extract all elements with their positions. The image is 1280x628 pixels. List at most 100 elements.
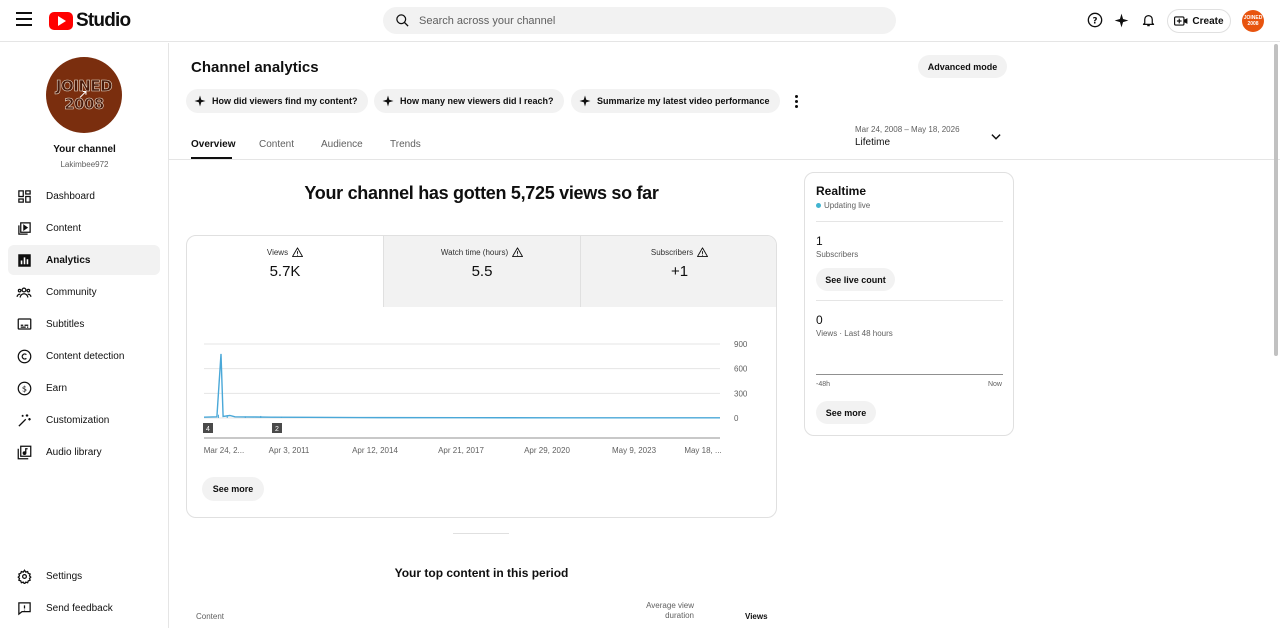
sidebar-item-settings[interactable]: Settings <box>8 561 160 591</box>
realtime-views-label: Views · Last 48 hours <box>816 329 893 338</box>
community-icon <box>16 284 32 300</box>
see-more-button[interactable]: See more <box>816 401 876 424</box>
svg-text:$: $ <box>21 383 26 393</box>
advanced-mode-button[interactable]: Advanced mode <box>918 55 1007 78</box>
metric-label: Subscribers <box>650 247 694 257</box>
column-header-line: Average view <box>646 601 694 610</box>
external-link-icon: ↗ <box>78 87 89 101</box>
svg-text:?: ? <box>1092 16 1097 26</box>
overview-card: Views 5.7K Watch time (hours) 5.5 Subscr… <box>186 235 777 518</box>
search-bar[interactable] <box>383 7 896 34</box>
top-content-title: Your top content in this period <box>394 566 569 580</box>
live-status-text: Updating live <box>824 201 871 210</box>
sidebar-item-label: Send feedback <box>46 602 113 614</box>
sidebar-item-earn[interactable]: $ Earn <box>8 373 160 403</box>
sidebar-item-audio-library[interactable]: Audio library <box>8 437 160 467</box>
warning-icon <box>697 247 709 257</box>
sidebar-item-customization[interactable]: Customization <box>8 405 160 435</box>
search-icon <box>396 14 409 27</box>
channel-title: Your channel <box>53 144 116 155</box>
sidebar-item-label: Content <box>46 222 82 234</box>
sidebar-item-label: Settings <box>46 570 83 582</box>
live-status: Updating live <box>816 201 870 210</box>
sidebar-item-dashboard[interactable]: Dashboard <box>8 181 160 211</box>
divider <box>816 221 1003 222</box>
more-options-icon[interactable] <box>790 92 802 110</box>
page-scrollbar[interactable] <box>1274 44 1278 356</box>
date-range-label[interactable]: Lifetime <box>855 137 890 148</box>
y-tick-label: 0 <box>734 414 739 423</box>
sidebar-item-subtitles[interactable]: Subtitles <box>8 309 160 339</box>
metric-label: Views <box>266 247 289 257</box>
suggestion-chip[interactable]: How many new viewers did I reach? <box>374 89 564 113</box>
realtime-chart-axis <box>816 374 1003 375</box>
help-icon[interactable]: ? <box>1086 11 1104 29</box>
sparkle-icon <box>579 95 591 107</box>
content-icon <box>16 220 32 236</box>
magic-wand-icon <box>16 412 32 428</box>
tab-audience[interactable]: Audience <box>321 139 363 150</box>
views-line-chart: 900 600 300 0 4 2 Mar 24, 2... Apr 3, 2011 Apr 1… <box>203 340 748 455</box>
feedback-icon <box>16 600 32 616</box>
menu-icon[interactable] <box>16 12 32 26</box>
sparkle-icon <box>194 95 206 107</box>
studio-logo[interactable]: Studio <box>49 10 131 32</box>
sidebar-item-community[interactable]: Community <box>8 277 160 307</box>
metric-label: Watch time (hours) <box>440 247 509 257</box>
sidebar: JOINED 2008 ↗ Your channel Lakimbee972 D… <box>0 43 169 628</box>
x-tick-label: Mar 24, 2... <box>204 446 244 455</box>
account-avatar[interactable]: JOINED 2008 <box>1242 10 1264 32</box>
date-range-text[interactable]: Mar 24, 2008 – May 18, 2026 <box>855 125 960 134</box>
axis-start-label: -48h <box>816 381 831 388</box>
realtime-card: Realtime Updating live 1 Subscribers See… <box>804 172 1014 436</box>
realtime-title: Realtime <box>816 184 867 198</box>
metric-views[interactable]: Views 5.7K <box>187 236 383 307</box>
page-title: Channel analytics <box>191 59 319 76</box>
see-live-count-button[interactable]: See live count <box>816 268 895 291</box>
see-more-button[interactable]: See more <box>202 477 264 501</box>
chevron-down-icon[interactable] <box>989 130 1003 144</box>
column-header-views[interactable]: Views <box>745 612 768 621</box>
y-tick-label: 900 <box>734 340 748 349</box>
search-input[interactable] <box>419 14 859 27</box>
sidebar-item-content-detection[interactable]: Content detection <box>8 341 160 371</box>
sidebar-item-content[interactable]: Content <box>8 213 160 243</box>
metric-watch-time[interactable]: Watch time (hours) 5.5 <box>384 236 580 307</box>
sparkle-icon <box>382 95 394 107</box>
suggestion-chip[interactable]: How did viewers find my content? <box>186 89 368 113</box>
column-header-content[interactable]: Content <box>196 612 224 621</box>
sidebar-item-send-feedback[interactable]: Send feedback <box>8 593 160 623</box>
sidebar-item-label: Customization <box>46 414 110 426</box>
channel-avatar[interactable]: JOINED 2008 ↗ <box>46 57 122 133</box>
tabs-divider <box>169 159 1280 160</box>
chip-label: How did viewers find my content? <box>212 96 358 106</box>
copyright-icon <box>16 348 32 364</box>
realtime-views-value: 0 <box>816 313 823 327</box>
create-button[interactable]: Create <box>1167 9 1231 33</box>
tab-overview[interactable]: Overview <box>191 139 235 150</box>
dashboard-icon <box>16 188 32 204</box>
top-header: Studio ? Create JOINED 2008 <box>0 0 1280 42</box>
analytics-icon <box>16 252 32 268</box>
y-tick-label: 300 <box>734 389 748 398</box>
column-header-line: duration <box>665 611 694 620</box>
sidebar-item-label: Content detection <box>46 350 125 362</box>
sidebar-item-label: Audio library <box>46 446 102 458</box>
audio-library-icon <box>16 444 32 460</box>
create-label: Create <box>1192 15 1224 27</box>
x-tick-label: Apr 3, 2011 <box>269 446 310 455</box>
create-video-icon <box>1174 16 1188 26</box>
column-header-avg-view-duration[interactable]: Average view duration <box>626 601 694 621</box>
views-headline: Your channel has gotten 5,725 views so f… <box>304 183 659 203</box>
metric-subscribers[interactable]: Subscribers +1 <box>581 236 776 307</box>
sidebar-item-analytics[interactable]: Analytics <box>8 245 160 275</box>
tab-content[interactable]: Content <box>259 139 294 150</box>
sidebar-item-label: Subtitles <box>46 318 85 330</box>
sparkle-icon[interactable] <box>1112 11 1130 29</box>
suggestion-chip[interactable]: Summarize my latest video performance <box>571 89 780 113</box>
x-tick-label: Apr 12, 2014 <box>352 446 398 455</box>
channel-handle: Lakimbee972 <box>60 160 109 169</box>
tab-trends[interactable]: Trends <box>390 139 421 150</box>
bell-icon[interactable] <box>1139 11 1157 29</box>
gear-icon <box>16 568 32 584</box>
